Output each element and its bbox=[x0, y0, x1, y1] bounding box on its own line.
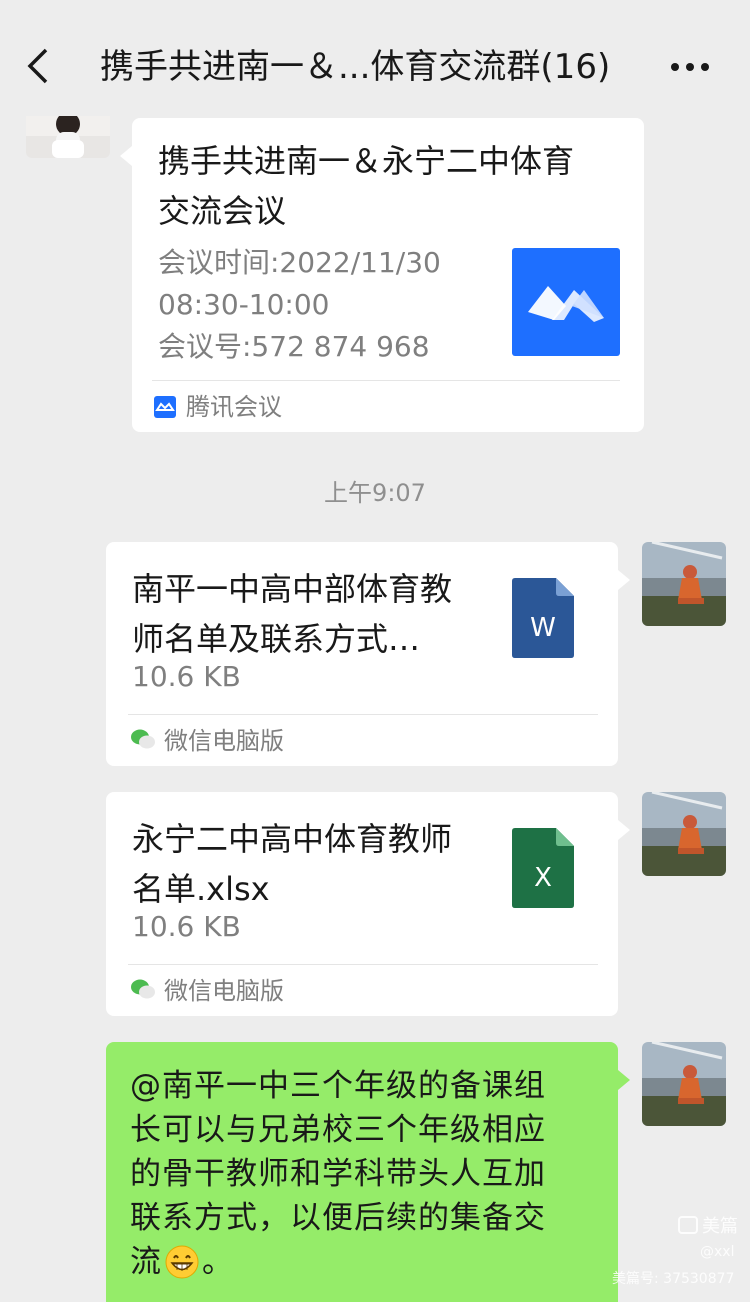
avatar[interactable] bbox=[642, 792, 726, 876]
file-name-line1: 永宁二中高中体育教师 bbox=[132, 820, 453, 858]
meeting-title-line2: 交流会议 bbox=[158, 192, 287, 230]
text-line: @南平一中三个年级的备课组 bbox=[130, 1068, 546, 1104]
divider bbox=[128, 714, 598, 715]
file-source: 微信电脑版 bbox=[164, 977, 284, 1005]
excel-icon-letter: X bbox=[534, 863, 552, 893]
chevron-left-icon[interactable] bbox=[26, 48, 50, 84]
meeting-source: 腾讯会议 bbox=[186, 393, 282, 421]
avatar[interactable] bbox=[642, 1042, 726, 1126]
meeting-time-line2: 08:30-10:00 bbox=[158, 288, 330, 321]
divider bbox=[128, 964, 598, 965]
file-size: 10.6 KB bbox=[132, 910, 241, 943]
text-line-last: 流 。 bbox=[130, 1240, 600, 1284]
message-timestamp: 上午9:07 bbox=[324, 479, 426, 507]
text-line: 的骨干教师和学科带头人互加 bbox=[130, 1156, 546, 1192]
divider bbox=[152, 380, 620, 381]
file-name-line1: 南平一中高中部体育教 bbox=[132, 570, 453, 608]
tencent-meeting-logo-icon bbox=[512, 248, 620, 356]
text-line: 。 bbox=[202, 1244, 234, 1280]
meeting-card[interactable]: 携手共进南一＆永宁二中体育 交流会议 会议时间:2022/11/30 08:30… bbox=[120, 118, 644, 432]
more-dots-icon[interactable] bbox=[670, 60, 710, 74]
word-file-icon: W bbox=[512, 578, 574, 658]
watermark-brand: 美篇 bbox=[702, 1216, 738, 1237]
chat-title: 携手共进南一＆...体育交流群(16) bbox=[100, 47, 611, 87]
watermark-logo: 美篇 bbox=[678, 1212, 738, 1238]
word-icon-letter: W bbox=[530, 613, 556, 643]
text-message-content: @南平一中三个年级的备课组 长可以与兄弟校三个年级相应 的骨干教师和学科带头人互… bbox=[130, 1064, 600, 1284]
avatar[interactable] bbox=[642, 542, 726, 626]
grinning-emoji-icon bbox=[164, 1244, 200, 1280]
watermark-id: 美篇号: 37530877 bbox=[612, 1271, 735, 1287]
excel-file-icon: X bbox=[512, 828, 574, 908]
text-line: 流 bbox=[130, 1244, 162, 1280]
meeting-id: 会议号:572 874 968 bbox=[158, 330, 430, 363]
file-size: 10.6 KB bbox=[132, 660, 241, 693]
navigation-bar: 携手共进南一＆...体育交流群(16) bbox=[0, 0, 750, 118]
text-line: 长可以与兄弟校三个年级相应 bbox=[130, 1112, 546, 1148]
wechat-small-icon bbox=[130, 978, 156, 1000]
avatar[interactable] bbox=[26, 116, 110, 158]
meipian-logo-icon bbox=[678, 1216, 698, 1234]
wechat-small-icon bbox=[130, 728, 156, 750]
meeting-title-line1: 携手共进南一＆永宁二中体育 bbox=[158, 142, 575, 180]
text-line: 联系方式，以便后续的集备交 bbox=[130, 1200, 546, 1236]
meeting-time-line1: 会议时间:2022/11/30 bbox=[158, 246, 441, 279]
file-source: 微信电脑版 bbox=[164, 727, 284, 755]
file-message-1[interactable]: 南平一中高中部体育教 师名单及联系方式… 10.6 KB W 微信电脑版 bbox=[106, 542, 630, 766]
file-message-2[interactable]: 永宁二中高中体育教师 名单.xlsx 10.6 KB X 微信电脑版 bbox=[106, 792, 630, 1016]
watermark-user: @xxl bbox=[700, 1244, 735, 1260]
tencent-meeting-small-icon bbox=[154, 396, 176, 418]
